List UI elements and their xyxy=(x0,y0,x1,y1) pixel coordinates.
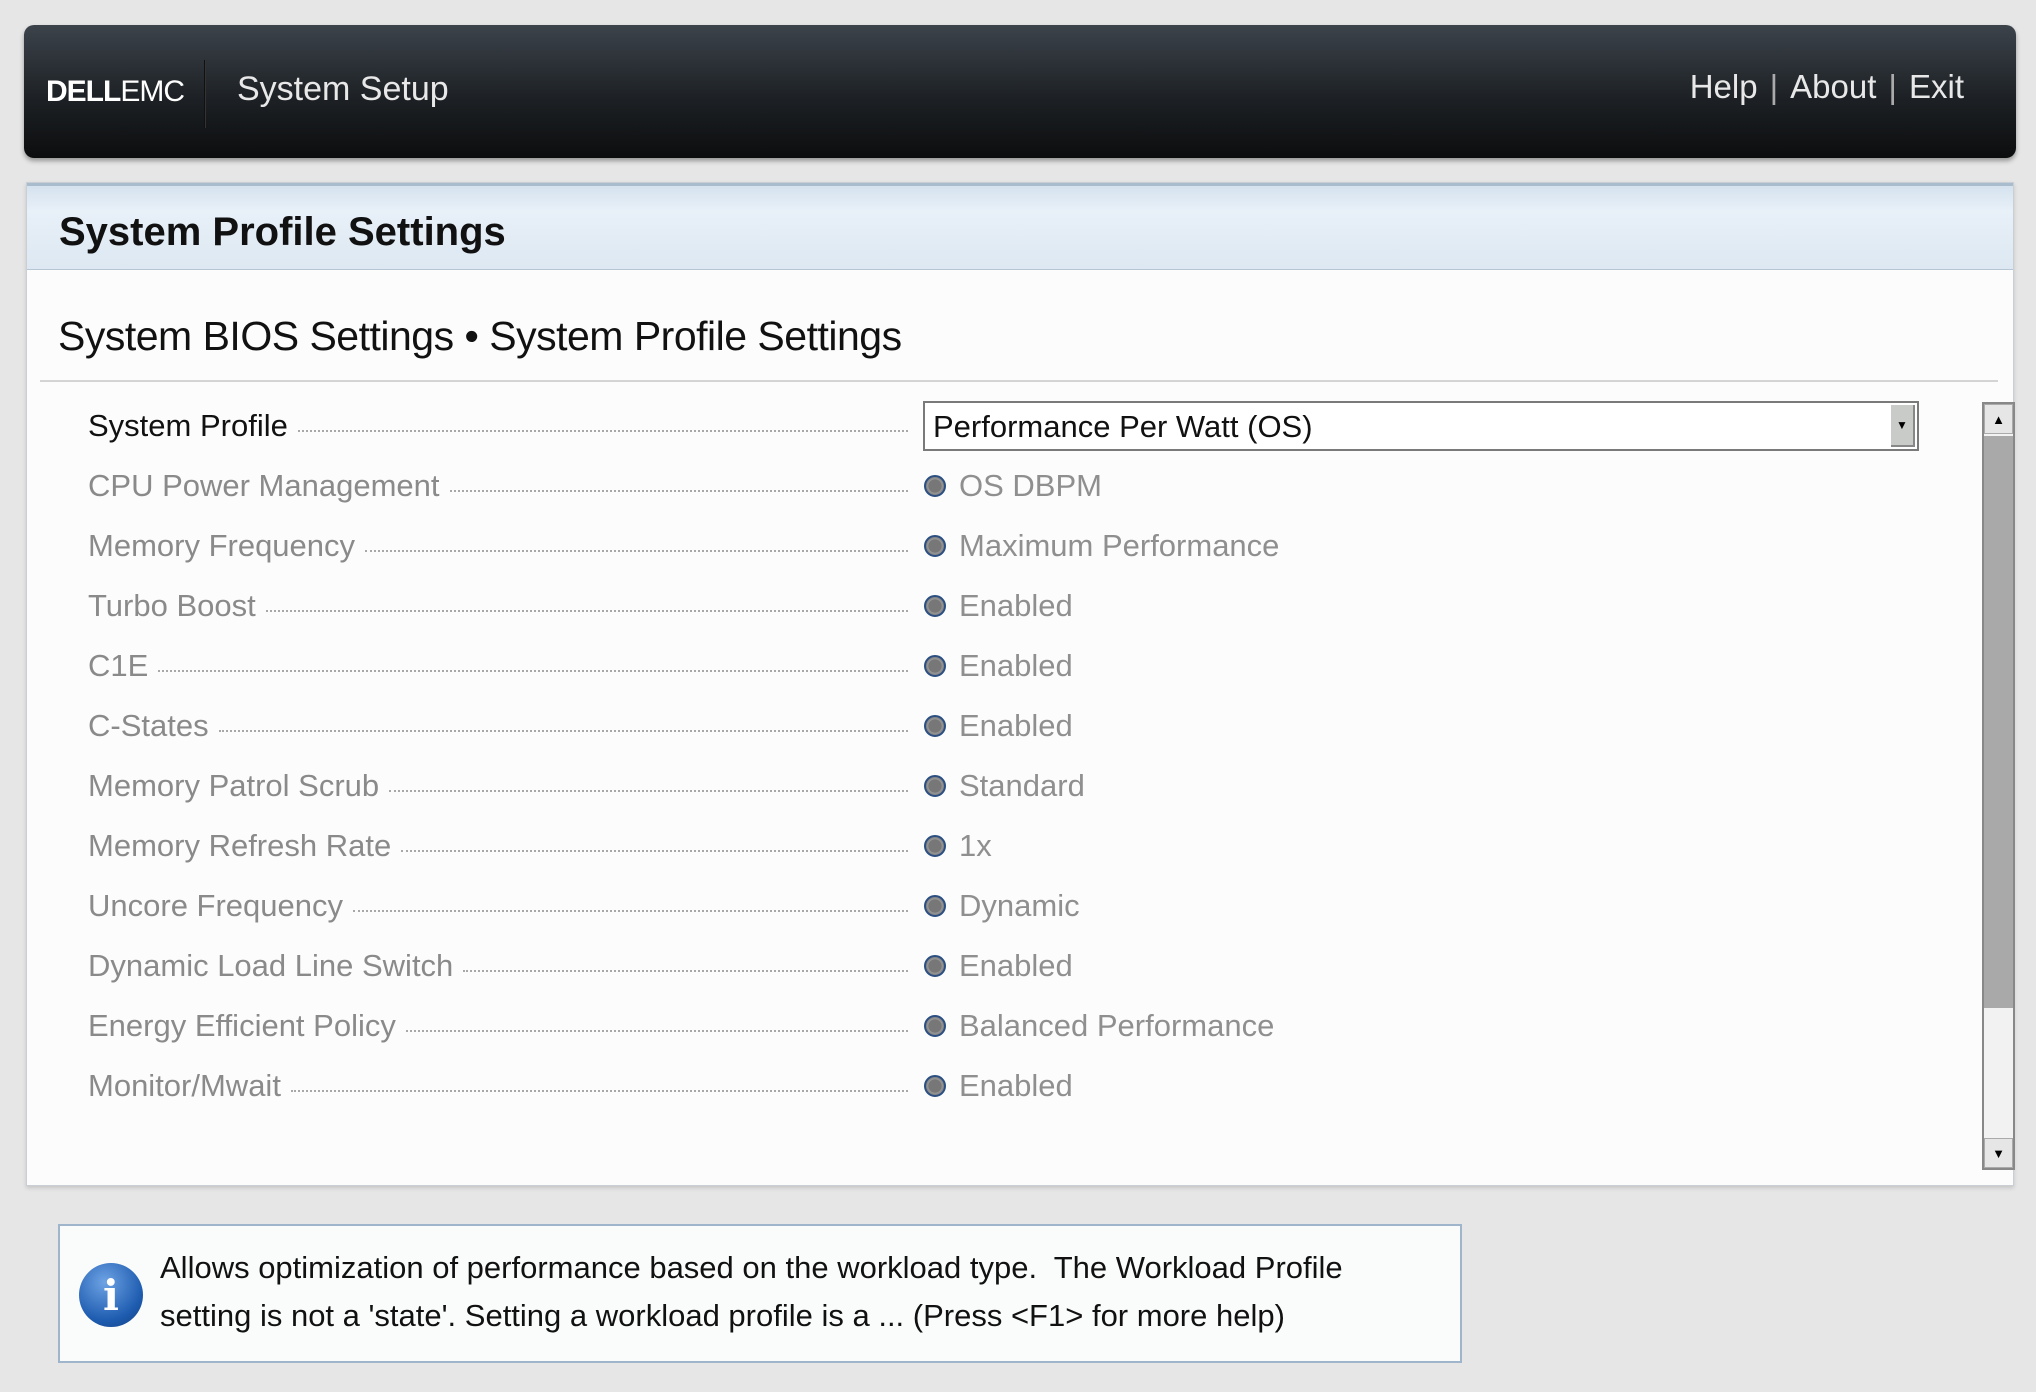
setting-row: Memory Frequency xyxy=(88,524,908,568)
logo-emc: EMC xyxy=(120,75,185,108)
system-profile-dropdown[interactable]: Performance Per Watt (OS) ▼ xyxy=(923,401,1919,451)
setting-value-text: Enabled xyxy=(959,648,1073,683)
setting-row: Uncore Frequency xyxy=(88,884,908,928)
setting-row: Energy Efficient Policy xyxy=(88,1004,908,1048)
setting-value: Dynamic xyxy=(924,884,1080,928)
radio-selected-icon xyxy=(924,895,946,917)
setting-label: Memory Refresh Rate xyxy=(88,828,392,863)
setting-label: System Profile xyxy=(88,408,288,443)
radio-selected-icon xyxy=(924,475,946,497)
setting-value-text: 1x xyxy=(959,828,992,863)
divider xyxy=(40,380,1998,382)
setting-row: Memory Refresh Rate xyxy=(88,824,908,868)
dotted-leader xyxy=(265,610,908,612)
setting-row: Dynamic Load Line Switch xyxy=(88,944,908,988)
dotted-leader xyxy=(158,670,908,672)
help-text: Allows optimization of performance based… xyxy=(160,1250,1343,1333)
setting-value-text: Standard xyxy=(959,768,1085,803)
page-title: System Profile Settings xyxy=(59,210,506,254)
help-link[interactable]: Help xyxy=(1690,68,1758,105)
radio-selected-icon xyxy=(924,715,946,737)
dropdown-value: Performance Per Watt (OS) xyxy=(933,409,1313,444)
setting-value: OS DBPM xyxy=(924,464,1102,508)
setting-label: Monitor/Mwait xyxy=(88,1068,281,1103)
radio-selected-icon xyxy=(924,595,946,617)
setting-value-text: Enabled xyxy=(959,588,1073,623)
dotted-leader xyxy=(389,790,908,792)
header-links: Help | About | Exit xyxy=(1690,68,1964,106)
radio-selected-icon xyxy=(924,1015,946,1037)
setting-row[interactable]: System Profile xyxy=(88,404,908,448)
dotted-leader xyxy=(405,1030,908,1032)
setting-label: Memory Patrol Scrub xyxy=(88,768,380,803)
setting-label: Memory Frequency xyxy=(88,528,356,563)
dotted-leader xyxy=(401,850,908,852)
setting-value-text: Balanced Performance xyxy=(959,1008,1275,1043)
setting-value: Enabled xyxy=(924,584,1073,628)
setting-value: 1x xyxy=(924,824,992,868)
link-separator: | xyxy=(1769,68,1779,105)
setting-value-text: Enabled xyxy=(959,948,1073,983)
setting-value-text: Maximum Performance xyxy=(959,528,1280,563)
setting-value-text: Dynamic xyxy=(959,888,1080,923)
setting-label: Uncore Frequency xyxy=(88,888,344,923)
setting-value: Enabled xyxy=(924,944,1073,988)
setting-label: CPU Power Management xyxy=(88,468,440,503)
setting-value: Enabled xyxy=(924,704,1073,748)
scroll-down-icon[interactable]: ▼ xyxy=(1984,1138,2013,1168)
link-separator: | xyxy=(1888,68,1897,105)
scroll-up-icon[interactable]: ▲ xyxy=(1984,404,2013,434)
setting-label: C1E xyxy=(88,648,149,683)
header-separator xyxy=(204,60,206,128)
setting-value: Standard xyxy=(924,764,1085,808)
setting-label: Energy Efficient Policy xyxy=(88,1008,396,1043)
chevron-down-icon[interactable]: ▼ xyxy=(1891,405,1915,447)
dotted-leader xyxy=(449,490,908,492)
setting-value-text: Enabled xyxy=(959,708,1073,743)
logo-dell: DELL xyxy=(46,75,121,108)
about-link[interactable]: About xyxy=(1790,68,1876,105)
setting-row: C-States xyxy=(88,704,908,748)
setting-label: Turbo Boost xyxy=(88,588,256,623)
radio-selected-icon xyxy=(924,655,946,677)
dotted-leader xyxy=(297,430,908,432)
panel-title-bar: System Profile Settings xyxy=(27,183,2013,270)
scrollbar-thumb[interactable] xyxy=(1984,436,2013,1008)
app-title: System Setup xyxy=(237,70,449,108)
help-box: i Allows optimization of performance bas… xyxy=(58,1224,1462,1363)
radio-selected-icon xyxy=(924,775,946,797)
dotted-leader xyxy=(353,910,908,912)
exit-link[interactable]: Exit xyxy=(1909,68,1964,105)
setting-value: Enabled xyxy=(924,644,1073,688)
top-header: DELLEMC System Setup Help | About | Exit xyxy=(24,25,2016,158)
settings-panel: System Profile Settings System BIOS Sett… xyxy=(26,182,2015,1186)
info-icon: i xyxy=(79,1263,143,1327)
scrollbar[interactable]: ▲ ▼ xyxy=(1982,402,2015,1170)
setting-row: Memory Patrol Scrub xyxy=(88,764,908,808)
dotted-leader xyxy=(218,730,908,732)
dotted-leader xyxy=(365,550,908,552)
setting-value-text: Enabled xyxy=(959,1068,1073,1103)
dotted-leader xyxy=(463,970,908,972)
breadcrumb: System BIOS Settings • System Profile Se… xyxy=(58,313,902,359)
setting-label: Dynamic Load Line Switch xyxy=(88,948,454,983)
setting-value-text: OS DBPM xyxy=(959,468,1102,503)
radio-selected-icon xyxy=(924,955,946,977)
radio-selected-icon xyxy=(924,835,946,857)
setting-row: Monitor/Mwait xyxy=(88,1064,908,1108)
dell-emc-logo: DELLEMC xyxy=(46,75,185,109)
setting-value: Maximum Performance xyxy=(924,524,1279,568)
radio-selected-icon xyxy=(924,535,946,557)
setting-row: C1E xyxy=(88,644,908,688)
setting-value: Balanced Performance xyxy=(924,1004,1274,1048)
setting-row: CPU Power Management xyxy=(88,464,908,508)
radio-selected-icon xyxy=(924,1075,946,1097)
setting-value: Enabled xyxy=(924,1064,1073,1108)
dotted-leader xyxy=(290,1090,908,1092)
setting-row: Turbo Boost xyxy=(88,584,908,628)
setting-label: C-States xyxy=(88,708,209,743)
